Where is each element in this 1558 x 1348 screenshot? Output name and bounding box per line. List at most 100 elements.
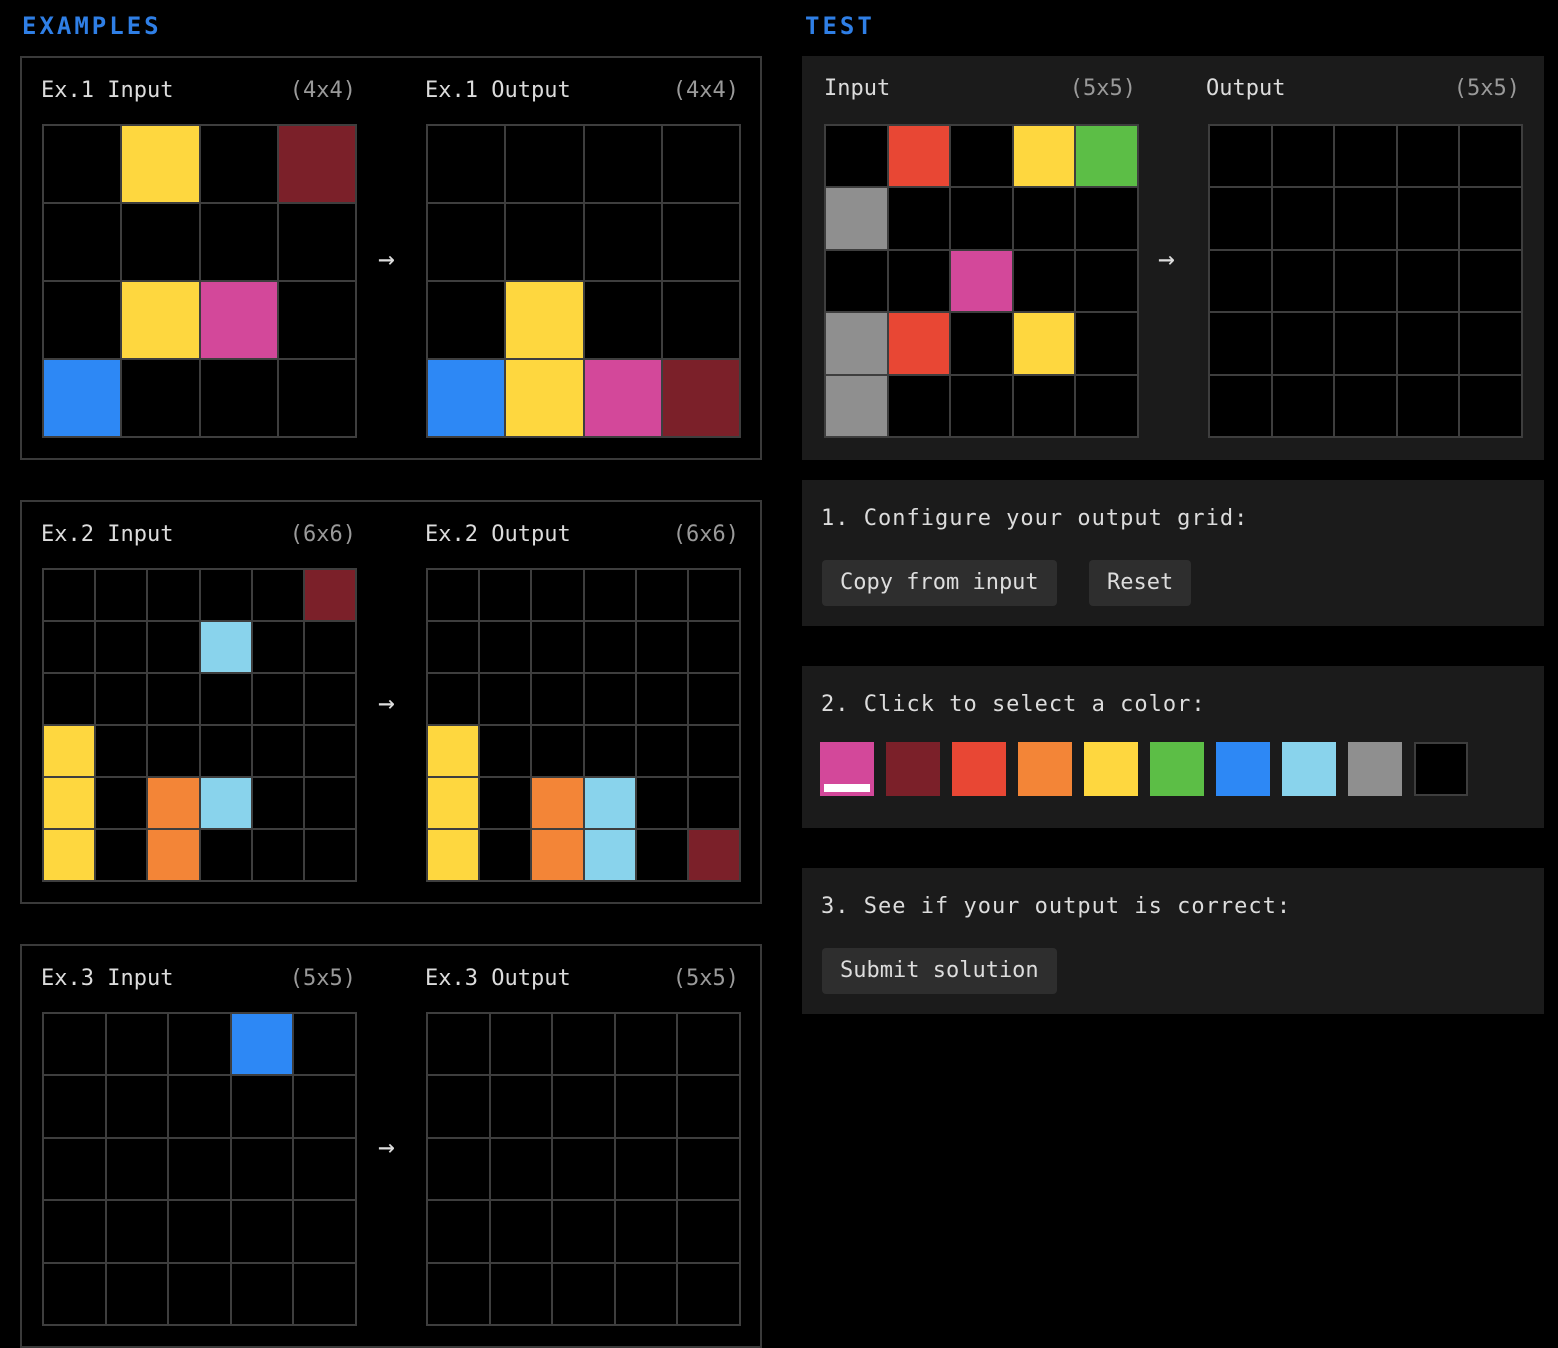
grid-cell xyxy=(106,1014,168,1075)
grid-cell[interactable] xyxy=(1335,188,1396,249)
grid-cell xyxy=(506,282,583,358)
grid-cell[interactable] xyxy=(1397,188,1459,249)
color-swatch[interactable] xyxy=(952,742,1006,796)
color-swatch[interactable] xyxy=(1216,742,1270,796)
grid-cell[interactable] xyxy=(1460,126,1521,187)
grid-cell xyxy=(148,726,199,776)
grid-cell xyxy=(826,250,887,312)
grid-cell xyxy=(44,778,95,828)
grid-cell xyxy=(951,250,1012,312)
color-swatch[interactable] xyxy=(1150,742,1204,796)
copy-from-input-button[interactable]: Copy from input xyxy=(822,560,1057,606)
grid-cell xyxy=(96,726,147,776)
grid-cell xyxy=(506,126,583,202)
example-3-panel: Ex.3 Input (5x5) Ex.3 Output (5x5) → xyxy=(20,944,762,1348)
grid-cell[interactable] xyxy=(1397,126,1459,187)
test-output-grid[interactable] xyxy=(1208,124,1523,438)
grid-cell[interactable] xyxy=(1272,188,1334,249)
grid-cell xyxy=(200,622,251,672)
grid-cell xyxy=(200,830,251,880)
submit-solution-button[interactable]: Submit solution xyxy=(822,948,1057,994)
grid-cell[interactable] xyxy=(1460,250,1521,312)
grid-cell xyxy=(636,674,687,724)
grid-cell xyxy=(490,1201,552,1262)
grid-cell xyxy=(553,1263,614,1324)
grid-cell xyxy=(826,313,887,374)
grid-cell xyxy=(428,1263,489,1324)
grid-cell[interactable] xyxy=(1210,375,1271,436)
grid-cell xyxy=(44,282,121,358)
grid-cell xyxy=(44,726,95,776)
grid-cell[interactable] xyxy=(1272,250,1334,312)
grid-cell xyxy=(553,1138,614,1200)
grid-cell xyxy=(480,830,531,880)
grid-cell xyxy=(44,1263,105,1324)
grid-cell xyxy=(480,674,531,724)
grid-cell[interactable] xyxy=(1272,375,1334,436)
grid-cell xyxy=(231,1014,293,1075)
grid-cell xyxy=(231,1076,293,1137)
grid-cell xyxy=(678,1014,739,1075)
grid-cell[interactable] xyxy=(1272,313,1334,374)
grid-cell xyxy=(688,622,739,672)
grid-cell[interactable] xyxy=(1397,375,1459,436)
example-output-grid xyxy=(426,568,741,882)
grid-cell[interactable] xyxy=(1397,250,1459,312)
grid-cell xyxy=(304,778,355,828)
grid-cell xyxy=(294,1201,355,1262)
grid-cell xyxy=(169,1138,230,1200)
grid-cell xyxy=(304,622,355,672)
color-swatch[interactable] xyxy=(1018,742,1072,796)
grid-cell[interactable] xyxy=(1335,375,1396,436)
grid-cell xyxy=(480,622,531,672)
grid-cell xyxy=(678,1076,739,1137)
grid-cell xyxy=(304,674,355,724)
example-output-label: Ex.3 Output xyxy=(425,966,571,991)
color-swatch[interactable] xyxy=(1348,742,1402,796)
submit-title: 3. See if your output is correct: xyxy=(821,894,1292,919)
grid-cell xyxy=(44,126,121,202)
example-input-label: Ex.3 Input xyxy=(41,966,174,991)
grid-cell xyxy=(888,313,950,374)
grid-cell[interactable] xyxy=(1335,126,1396,187)
grid-cell xyxy=(44,1014,105,1075)
grid-cell xyxy=(1076,313,1137,374)
grid-cell[interactable] xyxy=(1210,250,1271,312)
grid-cell xyxy=(688,570,739,620)
grid-cell xyxy=(44,674,95,724)
grid-cell xyxy=(1076,126,1137,187)
color-swatch[interactable] xyxy=(820,742,874,796)
grid-cell[interactable] xyxy=(1460,313,1521,374)
grid-cell[interactable] xyxy=(1335,313,1396,374)
grid-cell[interactable] xyxy=(1460,188,1521,249)
color-swatch[interactable] xyxy=(886,742,940,796)
grid-cell[interactable] xyxy=(1210,188,1271,249)
grid-cell xyxy=(584,674,635,724)
grid-cell xyxy=(44,622,95,672)
grid-cell xyxy=(678,1138,739,1200)
color-swatch[interactable] xyxy=(1282,742,1336,796)
grid-cell xyxy=(951,375,1012,436)
grid-cell xyxy=(428,674,479,724)
grid-cell[interactable] xyxy=(1460,375,1521,436)
grid-cell xyxy=(200,778,251,828)
color-swatch[interactable] xyxy=(1414,742,1468,796)
grid-cell xyxy=(636,622,687,672)
grid-cell xyxy=(1013,126,1075,187)
grid-cell[interactable] xyxy=(1272,126,1334,187)
color-swatch[interactable] xyxy=(1084,742,1138,796)
grid-cell xyxy=(96,674,147,724)
grid-cell[interactable] xyxy=(1335,250,1396,312)
grid-cell[interactable] xyxy=(1397,313,1459,374)
reset-button[interactable]: Reset xyxy=(1089,560,1192,606)
grid-cell xyxy=(169,1263,230,1324)
grid-cell xyxy=(200,726,251,776)
example-output-size: (6x6) xyxy=(672,522,739,547)
grid-cell xyxy=(584,360,661,436)
grid-cell xyxy=(304,830,355,880)
grid-cell xyxy=(636,726,687,776)
grid-cell[interactable] xyxy=(1210,313,1271,374)
grid-cell xyxy=(553,1076,614,1137)
grid-cell xyxy=(1013,188,1075,249)
grid-cell[interactable] xyxy=(1210,126,1271,187)
